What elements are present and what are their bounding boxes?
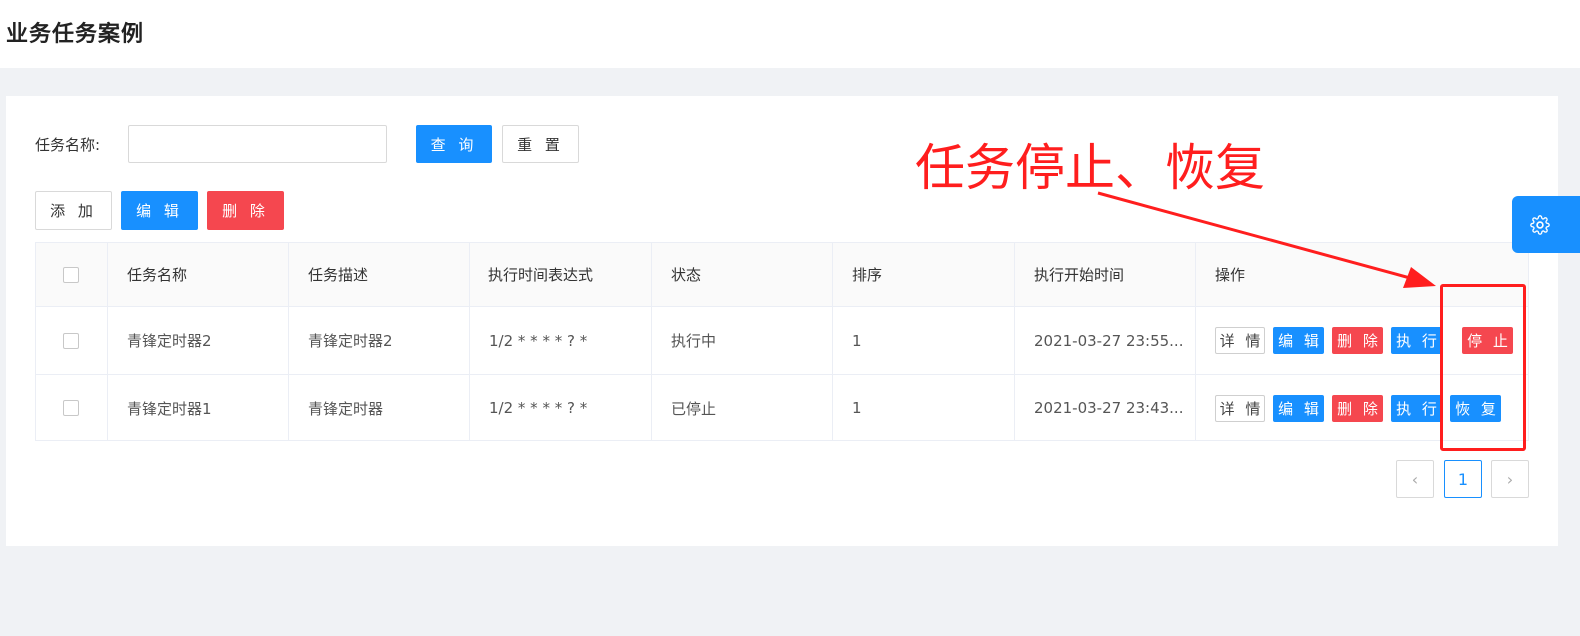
start-time-cell: 2021-03-27 23:55... [1015, 307, 1196, 374]
order-cell: 1 [833, 375, 1015, 441]
row-checkbox[interactable] [63, 400, 79, 416]
chevron-right-icon: › [1506, 469, 1514, 489]
page-title: 业务任务案例 [6, 22, 145, 47]
cron-cell: 1/2 * * * * ? * [470, 307, 652, 374]
row-delete-button[interactable]: 删 除 [1332, 327, 1383, 354]
column-header: 状态 [652, 243, 833, 306]
search-label: 任务名称: [35, 136, 101, 154]
prev-page-button[interactable]: ‹ [1396, 460, 1434, 498]
top-bar [0, 0, 1580, 68]
cron-cell: 1/2 * * * * ? * [470, 375, 652, 441]
status-cell: 执行中 [652, 307, 833, 374]
gear-icon [1530, 214, 1550, 235]
status-cell: 已停止 [652, 375, 833, 441]
column-header: 任务名称 [108, 243, 289, 306]
column-header: 执行开始时间 [1015, 243, 1196, 306]
annotation-highlight-box [1440, 284, 1526, 451]
add-button[interactable]: 添 加 [35, 191, 112, 230]
row-edit-button[interactable]: 编 辑 [1273, 394, 1324, 422]
column-header: 排序 [833, 243, 1015, 306]
run-button[interactable]: 执 行 [1391, 394, 1442, 422]
next-page-button[interactable]: › [1491, 460, 1529, 498]
task-name-cell: 青锋定时器1 [108, 375, 289, 441]
select-all-checkbox[interactable] [63, 266, 79, 283]
reset-button[interactable]: 重 置 [502, 125, 579, 163]
start-time-cell: 2021-03-27 23:43... [1015, 375, 1196, 441]
column-header: 执行时间表达式 [470, 243, 652, 306]
task-table: 任务名称 任务描述 执行时间表达式 状态 排序 执行开始时间 操作 青锋定时器2… [35, 242, 1529, 441]
page-1-button[interactable]: 1 [1444, 460, 1482, 498]
row-delete-button[interactable]: 删 除 [1332, 394, 1383, 422]
task-desc-cell: 青锋定时器2 [289, 307, 470, 374]
table-row: 青锋定时器2 青锋定时器2 1/2 * * * * ? * 执行中 1 2021… [36, 307, 1528, 375]
delete-button[interactable]: 删 除 [207, 191, 284, 230]
task-desc-cell: 青锋定时器 [289, 375, 470, 441]
table-row: 青锋定时器1 青锋定时器 1/2 * * * * ? * 已停止 1 2021-… [36, 375, 1528, 441]
edit-button[interactable]: 编 辑 [121, 191, 198, 230]
detail-button[interactable]: 详 情 [1215, 394, 1265, 422]
annotation-text: 任务停止、恢复 [915, 139, 1265, 197]
query-button[interactable]: 查 询 [416, 125, 492, 163]
task-name-cell: 青锋定时器2 [108, 307, 289, 374]
row-checkbox[interactable] [63, 332, 79, 349]
run-button[interactable]: 执 行 [1391, 327, 1442, 354]
settings-button[interactable] [1512, 196, 1580, 253]
row-select-cell [36, 307, 108, 374]
chevron-left-icon: ‹ [1411, 469, 1419, 489]
order-cell: 1 [833, 307, 1015, 374]
row-edit-button[interactable]: 编 辑 [1273, 327, 1324, 354]
row-select-cell [36, 375, 108, 441]
column-header: 任务描述 [289, 243, 470, 306]
detail-button[interactable]: 详 情 [1215, 327, 1265, 354]
task-name-search-input[interactable] [128, 125, 387, 163]
select-all-cell [36, 243, 108, 306]
table-header: 任务名称 任务描述 执行时间表达式 状态 排序 执行开始时间 操作 [36, 243, 1528, 307]
